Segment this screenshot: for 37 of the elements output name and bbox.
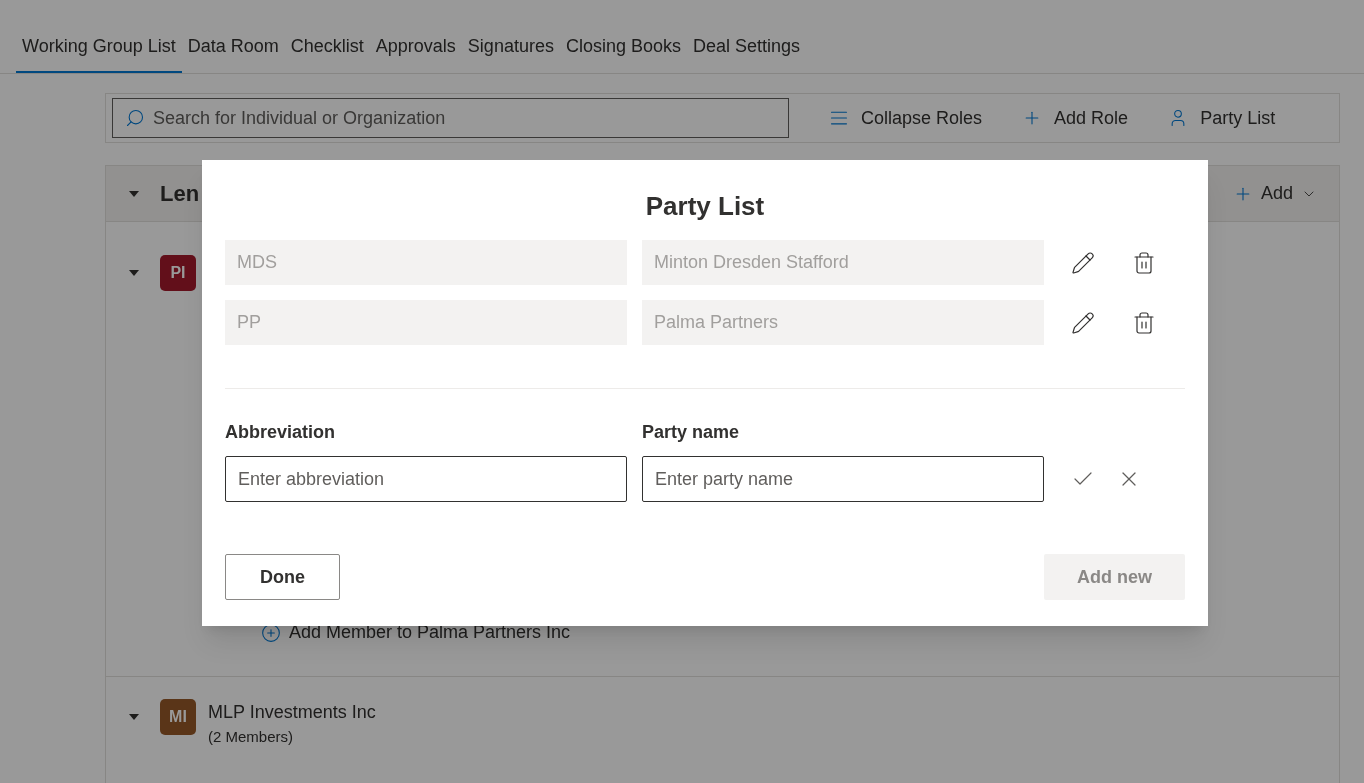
tab[interactable]: Working Group List [16, 0, 182, 73]
avatar: PI [160, 255, 196, 291]
field-label: Party name [642, 421, 741, 444]
abbreviation-input[interactable]: Enter abbreviation [225, 456, 627, 502]
done-button[interactable]: Done [225, 554, 340, 600]
delete-icon[interactable] [1132, 250, 1156, 275]
caret-icon[interactable] [128, 269, 140, 277]
edit-icon[interactable] [1071, 250, 1095, 275]
search-icon [125, 108, 145, 128]
delete-icon[interactable] [1132, 310, 1156, 335]
tab[interactable]: Approvals [369, 0, 462, 73]
member-count: (2 Members) [208, 727, 294, 747]
party-name-input[interactable]: Enter party name [642, 456, 1044, 502]
tab[interactable]: Deal Settings [687, 0, 807, 73]
party-name-field: Palma Partners [642, 300, 1044, 345]
edit-icon[interactable] [1071, 310, 1095, 335]
add-button[interactable]: Add [1232, 180, 1317, 207]
add-member-link[interactable]: Add Member to Palma Partners Inc [261, 619, 1317, 646]
caret-icon[interactable] [128, 713, 140, 721]
party-name-field: Minton Dresden Stafford [642, 240, 1044, 285]
toolbar-button[interactable]: Collapse Roles [829, 104, 983, 132]
abbreviation-field: PP [225, 300, 627, 345]
field-label: Abbreviation [225, 421, 336, 444]
tab[interactable]: Signatures [461, 0, 560, 73]
dialog-title: Party List [645, 190, 765, 223]
caret-icon[interactable] [128, 189, 140, 198]
tab[interactable]: Checklist [284, 0, 370, 73]
tab[interactable]: Closing Books [559, 0, 687, 73]
search-input[interactable]: Search for Individual or Organization [153, 104, 776, 132]
search-field[interactable]: Search for Individual or Organization [112, 98, 789, 138]
avatar: MI [160, 699, 196, 735]
toolbar-button[interactable]: Party List [1168, 104, 1276, 132]
abbreviation-field: MDS [225, 240, 627, 285]
tab[interactable]: Data Room [181, 0, 285, 73]
toolbar-button[interactable]: Add Role [1022, 104, 1129, 132]
role-title: Len [160, 180, 200, 208]
organization-name: MLP Investments Inc [208, 701, 376, 724]
